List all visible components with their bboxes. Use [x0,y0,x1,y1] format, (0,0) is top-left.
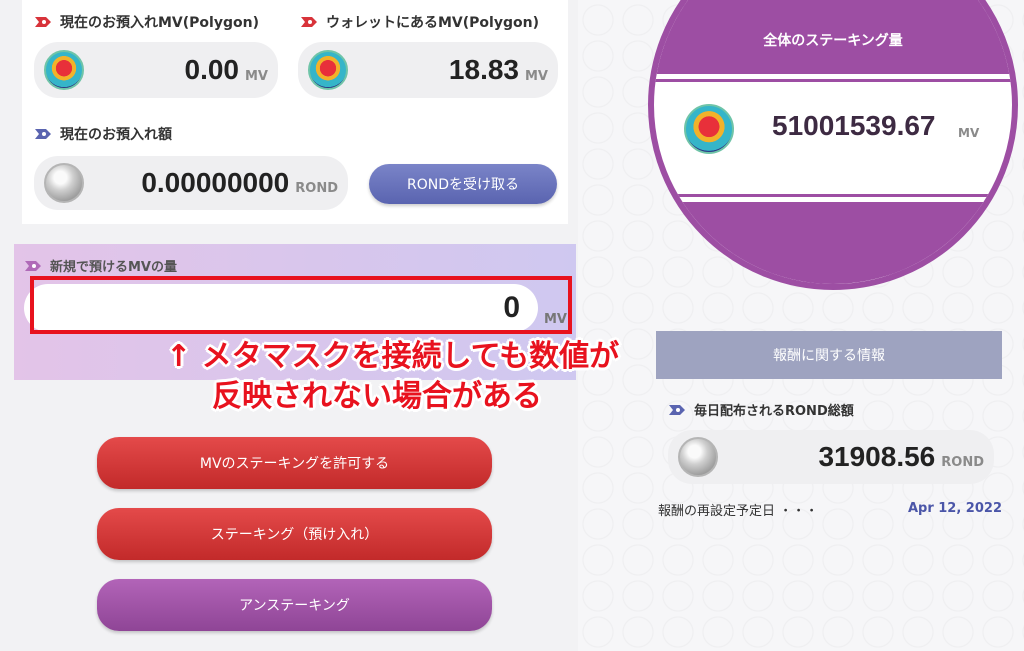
current-deposit-mv-field: 0.00 MV [34,42,278,98]
circle-line [654,79,1012,82]
rond-unit: ROND [295,181,338,196]
tag-blue-icon [668,404,686,416]
daily-rond-value: 31908.56 [818,441,936,472]
mv-coin-icon [684,104,734,154]
new-deposit-label: 新規で預けるMVの量 [24,256,177,275]
mv-amount-input[interactable]: 0 [40,286,520,330]
mv-coin-icon [44,50,84,90]
wallet-mv-field: 18.83 MV [298,42,558,98]
reward-reset-date: Apr 12, 2022 [907,501,1002,516]
mv-unit: MV [525,69,548,84]
rond-coin-icon [678,437,718,477]
approve-staking-button[interactable]: MVのステーキングを許可する [97,437,492,489]
mv-unit: MV [245,69,268,84]
current-deposit-amount-field: 0.00000000 ROND [34,156,348,210]
wallet-mv-value: 18.83 [448,54,519,85]
rond-coin-icon [44,163,84,203]
mv-coin-icon [308,50,348,90]
daily-rond-field: 31908.56 ROND [668,430,994,484]
total-staking-title: 全体のステーキング量 [763,33,903,49]
circle-bottom-band [654,202,1012,284]
current-deposit-amount-label: 現在のお預入れ額 [34,124,172,144]
tag-red-icon [34,16,52,28]
mv-unit: MV [544,312,567,327]
receive-rond-button[interactable]: RONDを受け取る [369,164,557,204]
wallet-mv-label: ウォレットにあるMV(Polygon) [300,12,539,32]
unstake-button[interactable]: アンステーキング [97,579,492,631]
daily-rond-label: 毎日配布されるROND総額 [668,400,854,419]
reward-reset-label: 報酬の再設定予定日 ・・・ [658,504,819,519]
rond-unit: ROND [941,455,984,470]
tag-blue-icon [34,128,52,140]
tag-red-icon [300,16,318,28]
rewards-info-header: 報酬に関する情報 [656,331,1002,379]
mv-unit: MV [958,126,980,140]
current-deposit-amount-value: 0.00000000 [141,167,290,198]
circle-line [654,194,1012,197]
current-deposit-mv-value: 0.00 [184,54,240,85]
stake-button[interactable]: ステーキング（預け入れ） [97,508,492,560]
tag-purple-icon [24,260,42,272]
annotation-line-2: 反映されない場合がある [212,379,542,414]
annotation-line-1: ↑ メタマスクを接続しても数値が [166,339,620,374]
total-staking-value: 51001539.67 [772,110,936,141]
current-deposit-mv-label: 現在のお預入れMV(Polygon) [34,12,259,32]
